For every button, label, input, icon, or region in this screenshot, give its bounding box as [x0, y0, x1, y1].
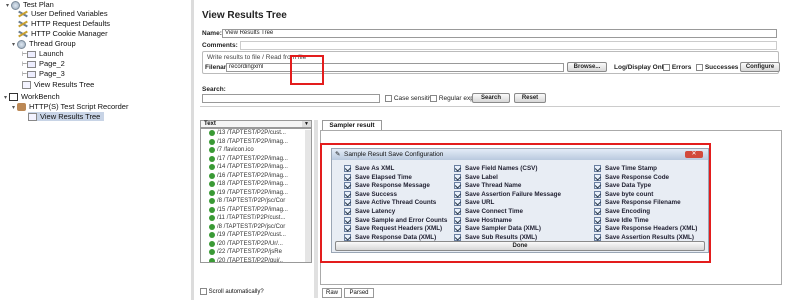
- renderer-combo-value: Text: [204, 121, 216, 127]
- tree-item-thread-group[interactable]: ▾ Thread Group: [12, 39, 76, 49]
- gear-icon: [17, 39, 26, 49]
- sample-list-item[interactable]: /8 /TAPTEST/P2P/jsc/Cor: [201, 197, 311, 206]
- successes-checkbox-box[interactable]: [696, 64, 703, 71]
- configure-button[interactable]: Configure: [740, 62, 780, 72]
- sample-list-item[interactable]: /18 /TAPTEST/P2P/imag...: [201, 138, 311, 147]
- tree-item-http-request-defaults[interactable]: HTTP Request Defaults: [18, 19, 110, 28]
- sample-list-item[interactable]: /15 /TAPTEST/P2P/imag...: [201, 206, 311, 215]
- successes-checkbox[interactable]: Successes: [696, 64, 738, 71]
- tree-item-page-2[interactable]: ⊢ Page_2: [22, 59, 65, 68]
- filename-highlight-box: [290, 55, 324, 85]
- comments-field[interactable]: [240, 41, 777, 50]
- dialog-highlight-box: [320, 143, 711, 263]
- errors-checkbox-box[interactable]: [663, 64, 670, 71]
- vertical-splitter[interactable]: [314, 120, 318, 298]
- reset-button[interactable]: Reset: [514, 93, 546, 103]
- tree-item-recorder[interactable]: ▾ HTTP(S) Test Script Recorder: [12, 102, 128, 112]
- comments-label: Comments:: [202, 42, 238, 49]
- sample-list-item[interactable]: /19 /TAPTEST/P2P/imag...: [201, 189, 311, 198]
- sample-list-item[interactable]: /13 /TAPTEST/P2P/cust...: [201, 129, 311, 138]
- separator: [200, 106, 780, 107]
- parsed-tab[interactable]: Parsed: [344, 288, 374, 298]
- tree-item-view-results-tree[interactable]: View Results Tree: [22, 80, 94, 90]
- tree-item-workbench[interactable]: ▾ WorkBench: [4, 92, 60, 102]
- sampler-result-tab[interactable]: Sampler result: [322, 120, 382, 130]
- sample-list-item[interactable]: /16 /TAPTEST/P2P/imag...: [201, 172, 311, 181]
- scroll-automatically-box[interactable]: [200, 288, 207, 295]
- sample-list-scrollbar[interactable]: [305, 130, 311, 262]
- sample-results-list[interactable]: /13 /TAPTEST/P2P/cust.../18 /TAPTEST/P2P…: [200, 128, 312, 263]
- sampler-icon: [27, 60, 36, 68]
- listener-icon: [28, 113, 37, 122]
- name-field[interactable]: View Results Tree: [222, 29, 777, 38]
- sample-list-rows: /13 /TAPTEST/P2P/cust.../18 /TAPTEST/P2P…: [201, 129, 311, 262]
- regular-exp-box[interactable]: [430, 95, 437, 102]
- search-button[interactable]: Search: [472, 93, 510, 103]
- sample-list-item[interactable]: /14 /TAPTEST/P2P/imag...: [201, 163, 311, 172]
- errors-checkbox[interactable]: Errors: [663, 64, 691, 71]
- chevron-down-icon[interactable]: ▼: [302, 121, 311, 127]
- tree-item-user-defined-variables[interactable]: User Defined Variables: [18, 9, 108, 18]
- sample-list-item[interactable]: /18 /TAPTEST/P2P/imag...: [201, 180, 311, 189]
- tree-item-http-cookie-manager[interactable]: HTTP Cookie Manager: [18, 29, 108, 38]
- wrench-icon: [18, 20, 28, 28]
- page-title: View Results Tree: [202, 10, 287, 21]
- regular-exp-checkbox[interactable]: Regular exp.: [430, 95, 476, 102]
- wrench-icon: [18, 10, 28, 18]
- listener-icon: [22, 81, 31, 90]
- name-label: Name:: [202, 30, 222, 37]
- wrench-icon: [18, 30, 28, 38]
- tree-item-page-3[interactable]: ⊢ Page_3: [22, 69, 65, 78]
- recorder-icon: [17, 103, 26, 112]
- tree-item-view-results-tree-selected[interactable]: View Results Tree: [28, 112, 105, 122]
- search-label: Search:: [202, 86, 226, 93]
- tree-item-launch[interactable]: ⊢ Launch: [22, 49, 64, 58]
- case-sensitive-checkbox[interactable]: Case sensitive: [385, 95, 436, 102]
- sample-list-item[interactable]: /20 /TAPTEST/P2P/Ur/...: [201, 240, 311, 249]
- sample-list-item[interactable]: /17 /TAPTEST/P2P/imag...: [201, 155, 311, 164]
- search-input[interactable]: [202, 94, 380, 103]
- sample-list-item[interactable]: /8 /TAPTEST/P2P/jsc/Cor: [201, 223, 311, 232]
- browse-button[interactable]: Browse...: [567, 62, 607, 72]
- sample-list-item[interactable]: /11 /TAPTEST/P2P/cust...: [201, 214, 311, 223]
- case-sensitive-box[interactable]: [385, 95, 392, 102]
- workbench-icon: [9, 93, 18, 102]
- test-plan-tree: ▾ Test Plan User Defined Variables HTTP R…: [0, 0, 190, 300]
- splitter[interactable]: [191, 0, 194, 300]
- log-display-only-label: Log/Display Only:: [614, 64, 670, 71]
- sample-list-item[interactable]: /22 /TAPTEST/P2P/jsRe: [201, 248, 311, 257]
- scroll-automatically-checkbox[interactable]: Scroll automatically?: [200, 288, 264, 295]
- sample-list-item[interactable]: /19 /TAPTEST/P2P/cust...: [201, 231, 311, 240]
- filename-input[interactable]: recordingxml: [226, 63, 564, 72]
- raw-tab[interactable]: Raw: [322, 288, 342, 298]
- renderer-combo[interactable]: Text ▼: [200, 120, 312, 128]
- sampler-icon: [27, 50, 36, 58]
- sampler-icon: [27, 70, 36, 78]
- sample-list-item[interactable]: /20 /TAPTEST/P2P/qui/..: [201, 257, 311, 262]
- sample-list-item[interactable]: /7 /favicon.ico: [201, 146, 311, 155]
